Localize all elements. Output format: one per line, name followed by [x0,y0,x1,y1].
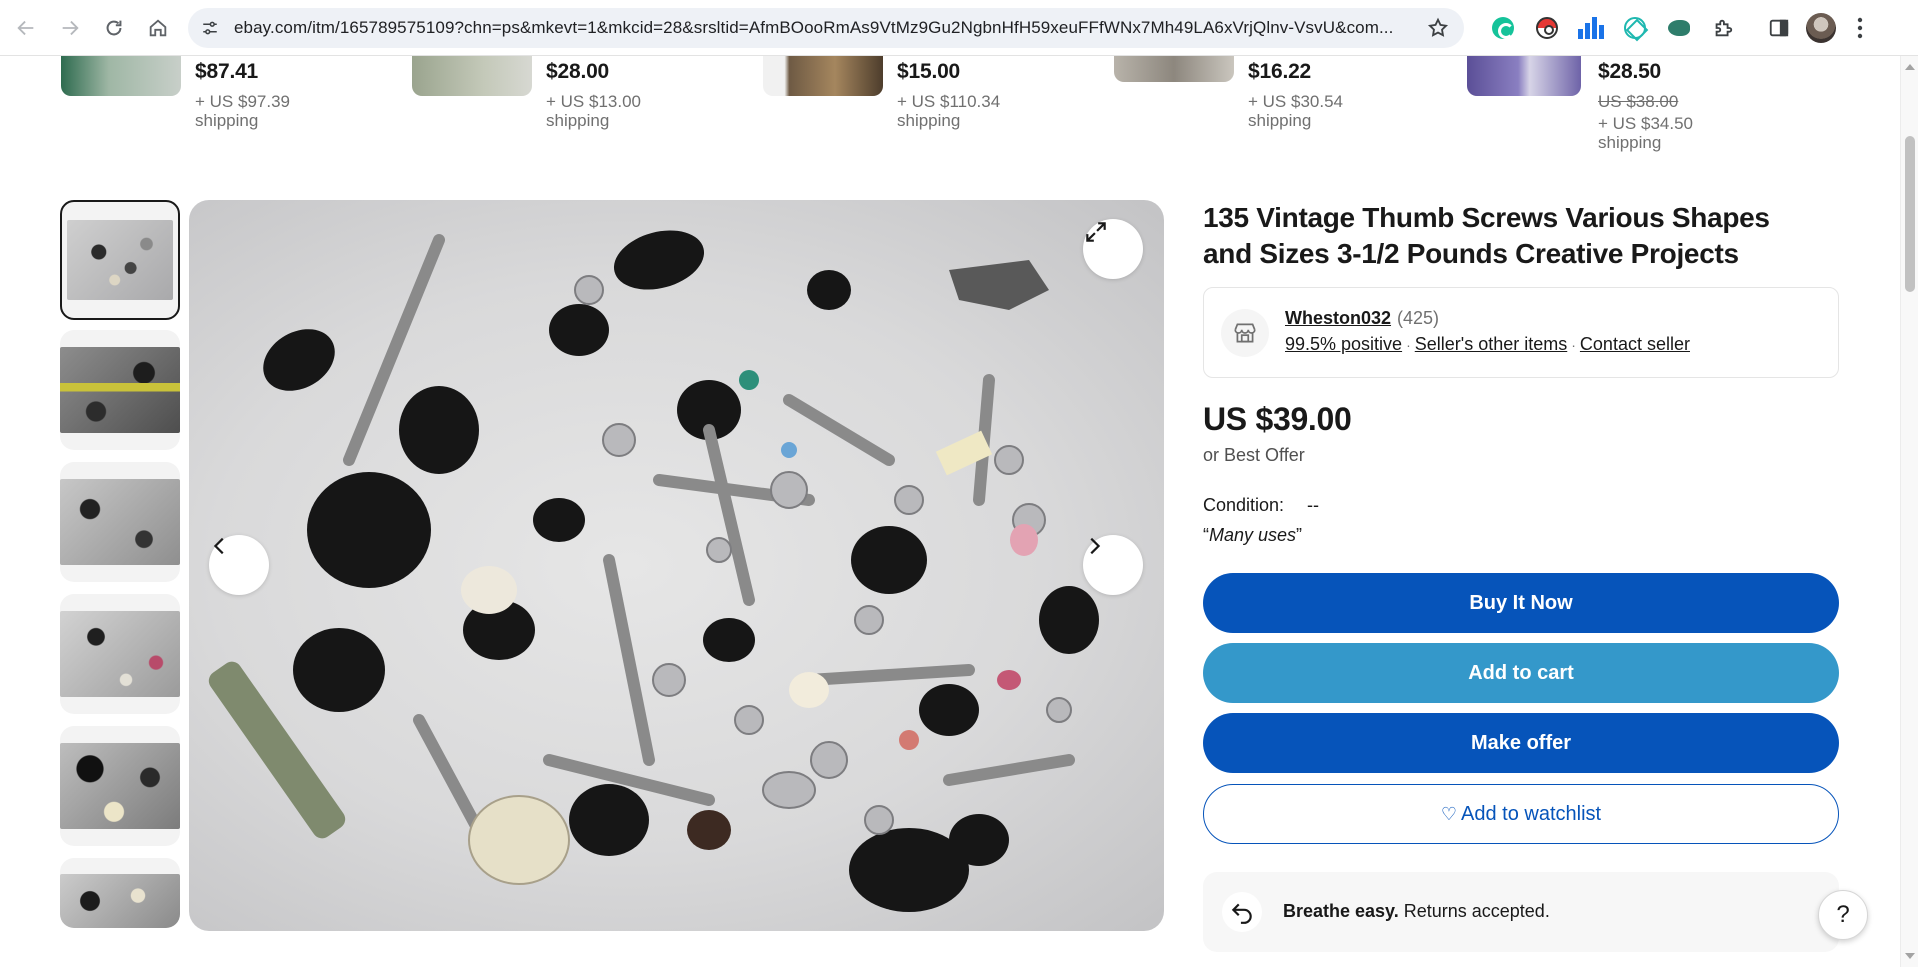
url-text[interactable]: ebay.com/itm/165789575109?chn=ps&mkevt=1… [234,18,1412,38]
next-image-button[interactable] [1083,535,1143,595]
pokeball-icon[interactable] [1530,11,1564,45]
heart-icon: ♡ [1440,803,1458,824]
seller-feedback-count: (425) [1397,308,1440,328]
star-icon[interactable] [1424,14,1452,42]
side-panel-icon[interactable] [1762,11,1796,45]
return-arrow-icon [1222,892,1262,932]
thumbnail-2[interactable] [60,330,180,450]
main-product-image[interactable] [189,200,1164,931]
chevron-right-icon [1090,537,1101,555]
seller-name-link[interactable]: Wheston032 [1285,308,1391,329]
bars-chart-icon[interactable] [1574,11,1608,45]
similar-item[interactable]: $15.00 + US $110.34 shipping [763,56,1053,166]
similar-item-shipping: + US $97.39 shipping [195,92,290,130]
similar-item-shipping: + US $30.54 shipping [1248,92,1343,130]
similar-item[interactable]: $87.41 + US $97.39 shipping [61,56,351,166]
similar-item-price: $28.00 [546,60,610,83]
watchlist-label: Add to watchlist [1461,802,1602,825]
thumbnail-image [60,611,180,697]
condition-label: Condition: [1203,495,1285,515]
back-icon[interactable] [8,10,44,46]
thumbnail-4[interactable] [60,594,180,714]
thumbnail-3[interactable] [60,462,180,582]
similar-item-original-price: US $38.00 [1598,92,1679,111]
thumbnail-image [60,479,180,565]
contact-seller-link[interactable]: Contact seller [1580,334,1690,354]
positive-feedback-link[interactable]: 99.5% positive [1285,334,1402,354]
thumb-screws-photo [208,230,1099,912]
forward-icon[interactable] [52,10,88,46]
condition-quote-text: Many uses [1209,525,1297,545]
thumbnail-image [60,874,180,928]
thumbnail-1[interactable] [60,200,180,320]
returns-text: Breathe easy. Returns accepted. [1283,901,1550,922]
help-button[interactable]: ? [1818,890,1868,940]
returns-banner: Breathe easy. Returns accepted. [1203,872,1839,952]
add-to-watchlist-button[interactable]: ♡ Add to watchlist [1203,784,1839,844]
separator-dot: · [1406,337,1411,353]
returns-normal-text: Returns accepted. [1398,901,1550,921]
seller-other-items-link[interactable]: Seller's other items [1415,334,1568,354]
expand-image-button[interactable] [1083,219,1143,279]
condition-description: “Many uses” [1203,525,1302,546]
make-offer-button[interactable]: Make offer [1203,713,1839,773]
similar-item[interactable]: $28.50 US $38.00 + US $34.50 shipping [1467,56,1797,166]
similar-item-image[interactable] [763,56,883,96]
condition-value: -- [1307,495,1319,515]
browser-toolbar: ebay.com/itm/165789575109?chn=ps&mkevt=1… [0,0,1918,56]
similar-item-image[interactable] [1467,56,1581,96]
page-scrollbar[interactable] [1900,56,1918,967]
address-bar[interactable]: ebay.com/itm/165789575109?chn=ps&mkevt=1… [188,7,1464,48]
best-offer-text: or Best Offer [1203,445,1305,465]
thumbnail-image [60,743,180,829]
fish-extension-icon[interactable] [1662,11,1696,45]
grammarly-icon[interactable] [1486,11,1520,45]
previous-image-button[interactable] [209,535,269,595]
similar-item-shipping: + US $110.34 shipping [897,92,1001,130]
teal-extension-icon[interactable] [1618,11,1652,45]
buy-it-now-button[interactable]: Buy It Now [1203,573,1839,633]
kebab-menu-icon[interactable] [1846,11,1874,45]
similar-item-image[interactable] [61,56,181,96]
similar-item-image[interactable] [412,56,532,96]
similar-item-image[interactable] [1114,56,1234,82]
puzzle-icon[interactable] [1706,11,1740,45]
thumbnail-image [60,347,180,433]
similar-item[interactable]: $28.00 + US $13.00 shipping [412,56,702,166]
listing-title: 135 Vintage Thumb Screws Various Shapes … [1203,202,1770,269]
similar-item[interactable]: $16.22 + US $30.54 shipping [1114,56,1404,166]
expand-icon [1086,222,1106,242]
seller-card: Wheston032 (425) 99.5% positive · Seller's… [1203,287,1839,378]
returns-bold-text: Breathe easy. [1283,901,1399,921]
reload-icon[interactable] [96,10,132,46]
close-quote: ” [1296,525,1303,545]
similar-item-price: $15.00 [897,60,961,83]
avatar[interactable] [1806,12,1836,43]
listing-details: 135 Vintage Thumb Screws Various Shapes … [1203,200,1839,952]
seller-links: 99.5% positive · Seller's other items · Cont… [1285,334,1690,355]
similar-item-price: $28.50 [1598,60,1662,83]
item-price: US $39.00 [1203,401,1352,437]
separator-dot: · [1571,337,1576,353]
thumbnail-6[interactable] [60,858,180,928]
similar-item-shipping: + US $34.50 shipping [1598,114,1693,152]
scroll-up-icon[interactable] [1905,64,1915,70]
similar-item-shipping: + US $13.00 shipping [546,92,641,130]
scrollbar-thumb[interactable] [1905,136,1915,292]
add-to-cart-button[interactable]: Add to cart [1203,643,1839,703]
site-info-icon[interactable] [194,12,226,44]
similar-items-carousel: $87.41 + US $97.39 shipping $28.00 + US … [0,56,1900,166]
home-icon[interactable] [140,10,176,46]
chevron-left-icon [213,537,224,555]
store-icon[interactable] [1221,309,1269,357]
similar-item-price: $87.41 [195,60,259,83]
thumbnail-image [67,220,173,300]
scroll-down-icon[interactable] [1905,953,1915,959]
similar-item-price: $16.22 [1248,60,1312,83]
thumbnail-5[interactable] [60,726,180,846]
